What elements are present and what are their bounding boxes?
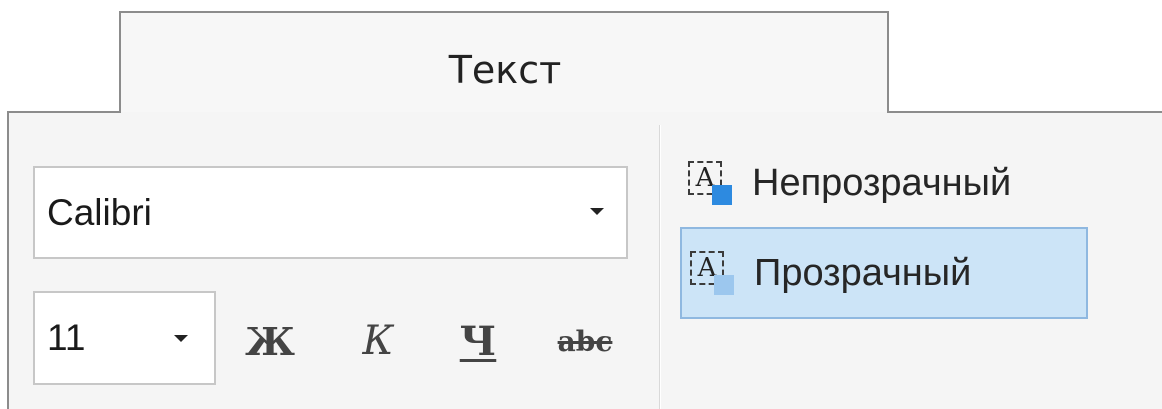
italic-icon: К xyxy=(362,318,394,364)
transparent-option-label: Прозрачный xyxy=(754,251,972,294)
icon-fill xyxy=(714,275,734,295)
font-size-value: 11 xyxy=(47,317,86,358)
font-family-combo[interactable]: Calibri xyxy=(33,166,628,259)
opaque-option-label: Непрозрачный xyxy=(752,161,1012,204)
bold-button[interactable]: Ж xyxy=(242,306,298,376)
bold-icon: Ж xyxy=(245,318,295,364)
font-family-value: Calibri xyxy=(47,191,152,233)
group-separator xyxy=(659,125,661,409)
underline-icon: Ч xyxy=(459,317,497,365)
strikethrough-button[interactable]: abc xyxy=(540,306,630,376)
chevron-down-icon[interactable] xyxy=(174,335,188,342)
strikethrough-icon: abc xyxy=(557,324,613,358)
icon-fill xyxy=(712,185,732,205)
opaque-option[interactable]: A Непрозрачный xyxy=(680,138,1088,228)
chevron-down-icon[interactable] xyxy=(590,208,604,215)
font-size-combo[interactable]: 11 xyxy=(33,291,216,385)
tab-text-label: Текст xyxy=(448,48,562,92)
tab-text[interactable]: Текст xyxy=(120,40,890,100)
italic-button[interactable]: К xyxy=(350,306,406,376)
opaque-background-icon: A xyxy=(688,161,732,205)
underline-button[interactable]: Ч xyxy=(450,306,506,376)
transparent-background-icon: A xyxy=(690,251,734,295)
transparent-option[interactable]: A Прозрачный xyxy=(680,227,1088,319)
